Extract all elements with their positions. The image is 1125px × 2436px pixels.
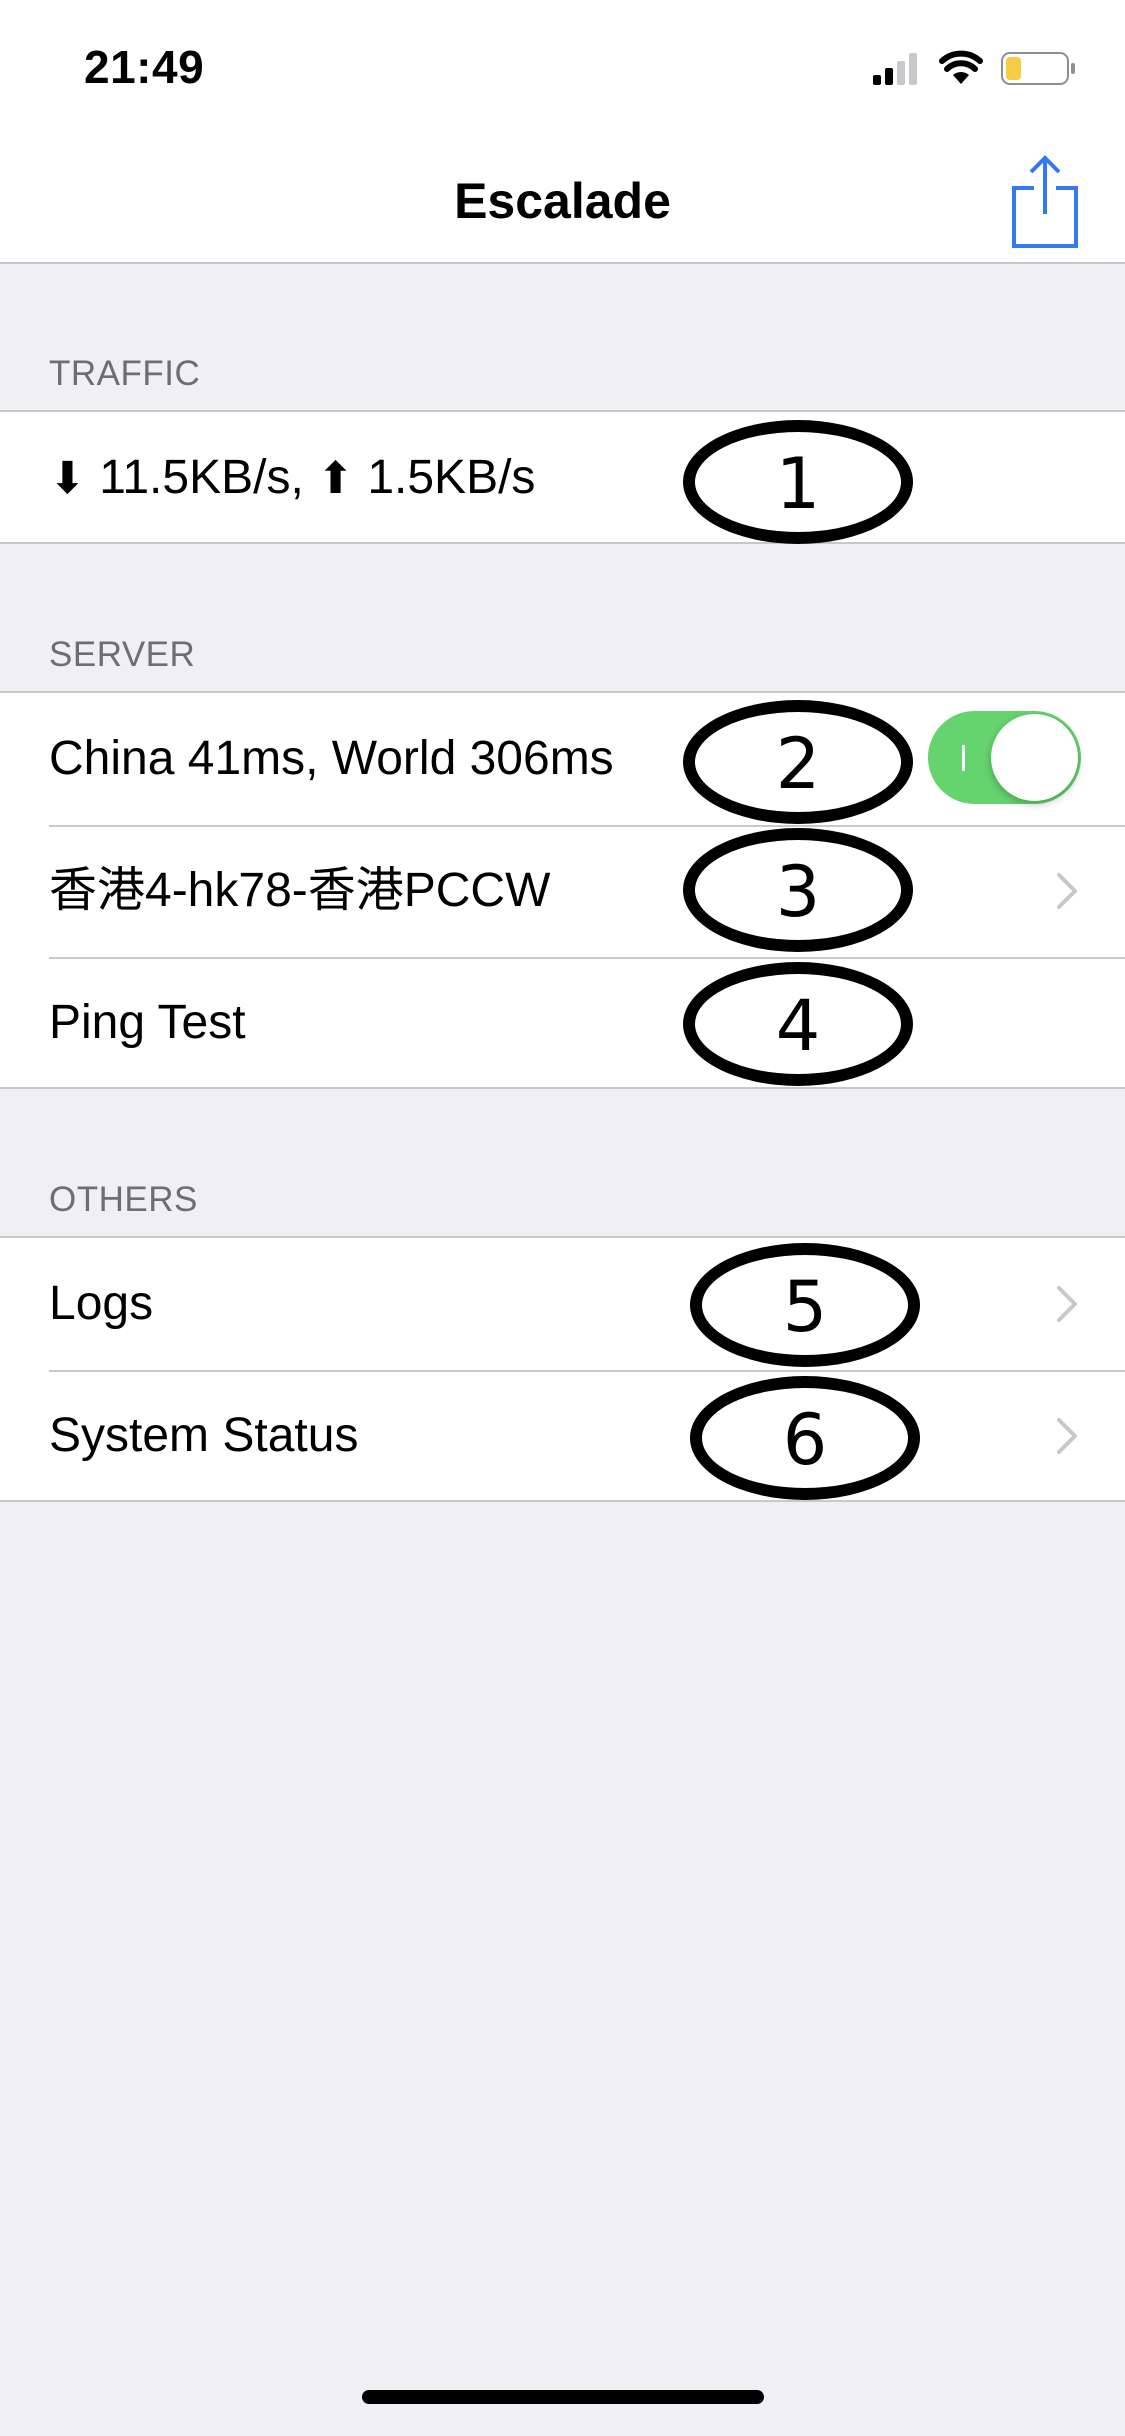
selected-server-label: 香港4-hk78-香港PCCW bbox=[49, 864, 551, 917]
upload-arrow-icon: ⬆ bbox=[317, 454, 354, 503]
server-latency-row: China 41ms, World 306ms bbox=[0, 693, 1125, 825]
vpn-toggle[interactable] bbox=[928, 711, 1081, 804]
section-header-others: OTHERS bbox=[49, 1180, 198, 1219]
ping-test-row[interactable]: Ping Test bbox=[0, 957, 1125, 1089]
download-arrow-icon: ⬇ bbox=[49, 454, 86, 503]
toggle-on-indicator bbox=[962, 745, 965, 771]
annotation-4: 4 bbox=[683, 962, 913, 1086]
wifi-icon bbox=[939, 50, 983, 84]
traffic-speed-label: ⬇ 11.5KB/s, ⬆ 1.5KB/s bbox=[49, 412, 535, 545]
server-group: China 41ms, World 306ms 香港4-hk78-香港PCCW … bbox=[0, 691, 1125, 1089]
traffic-speed-row: ⬇ 11.5KB/s, ⬆ 1.5KB/s bbox=[0, 412, 1125, 544]
download-speed: 11.5KB/s, bbox=[85, 451, 318, 504]
share-icon bbox=[1012, 155, 1078, 248]
section-header-traffic: TRAFFIC bbox=[49, 354, 201, 393]
traffic-group: ⬇ 11.5KB/s, ⬆ 1.5KB/s bbox=[0, 410, 1125, 544]
home-indicator bbox=[362, 2390, 764, 2404]
navigation-bar: Escalade bbox=[0, 132, 1125, 264]
section-header-server: SERVER bbox=[49, 635, 196, 674]
annotation-2: 2 bbox=[683, 700, 913, 824]
page-title: Escalade bbox=[454, 173, 671, 229]
chevron-right-icon bbox=[1057, 1418, 1077, 1454]
logs-label: Logs bbox=[49, 1277, 154, 1330]
server-select-row[interactable]: 香港4-hk78-香港PCCW bbox=[0, 825, 1125, 957]
chevron-right-icon bbox=[1057, 1286, 1077, 1322]
server-latency-label: China 41ms, World 306ms bbox=[49, 732, 614, 785]
annotation-5: 5 bbox=[690, 1243, 920, 1367]
upload-speed: 1.5KB/s bbox=[353, 451, 536, 504]
annotation-6: 6 bbox=[690, 1376, 920, 1500]
ping-test-label: Ping Test bbox=[49, 996, 246, 1049]
cellular-signal-icon bbox=[873, 53, 917, 85]
status-icons bbox=[873, 48, 1083, 88]
annotation-3: 3 bbox=[683, 828, 913, 952]
battery-icon bbox=[1001, 52, 1075, 85]
others-group: Logs System Status bbox=[0, 1236, 1125, 1502]
share-button[interactable] bbox=[1010, 154, 1080, 250]
toggle-knob bbox=[991, 714, 1078, 801]
chevron-right-icon bbox=[1057, 873, 1077, 909]
status-time: 21:49 bbox=[84, 41, 205, 93]
logs-row[interactable]: Logs bbox=[0, 1238, 1125, 1370]
annotation-1: 1 bbox=[683, 420, 913, 544]
status-bar: 21:49 bbox=[0, 0, 1125, 132]
system-status-label: System Status bbox=[49, 1409, 359, 1462]
system-status-row[interactable]: System Status bbox=[0, 1370, 1125, 1502]
